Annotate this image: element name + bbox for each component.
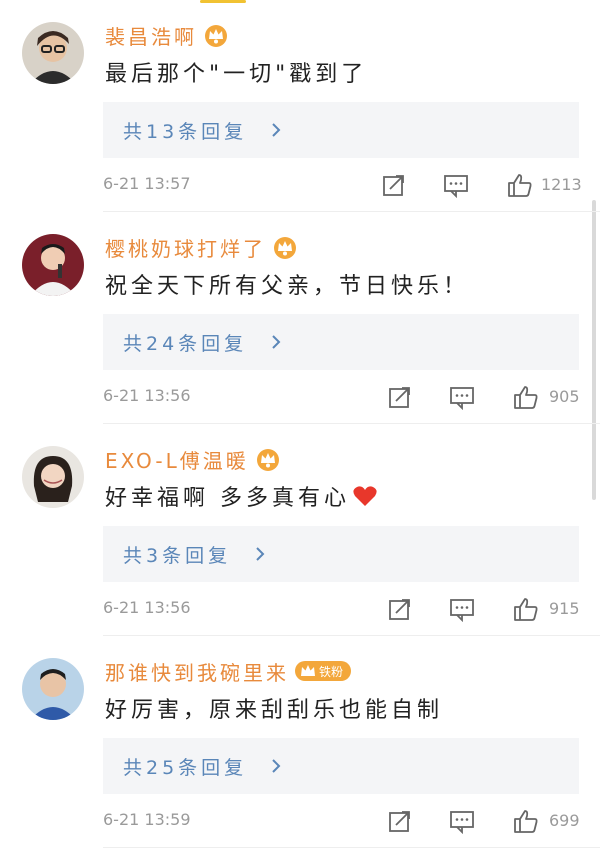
like-icon[interactable] bbox=[513, 384, 539, 410]
timestamp: 6-21 13:56 bbox=[103, 598, 191, 617]
like-count: 1213 bbox=[541, 175, 582, 194]
comment-icon[interactable] bbox=[449, 596, 475, 622]
timestamp: 6-21 13:57 bbox=[103, 174, 191, 193]
repost-icon[interactable] bbox=[387, 808, 413, 834]
username[interactable]: 樱桃奶球打烊了 bbox=[105, 233, 266, 262]
avatar-performer-icon bbox=[22, 234, 84, 296]
username[interactable]: EXO-L傅温暖 bbox=[105, 445, 249, 474]
reply-box[interactable]: 共13条回复 bbox=[103, 102, 579, 158]
repost-icon[interactable] bbox=[381, 172, 407, 198]
comment-item: 樱桃奶球打烊了 祝全天下所有父亲，节日快乐！ 共24条回复 6-21 13:56… bbox=[0, 212, 600, 424]
username[interactable]: 裴昌浩啊 bbox=[105, 21, 197, 50]
chevron-right-icon bbox=[272, 335, 281, 349]
comment-icon[interactable] bbox=[443, 172, 469, 198]
like-icon[interactable] bbox=[513, 808, 539, 834]
crown-icon bbox=[205, 25, 227, 47]
comment-text-content: 好幸福啊 多多真有心 bbox=[105, 486, 350, 511]
comment-item: 那谁快到我碗里来 铁粉 好厉害，原来刮刮乐也能自制 共25条回复 6-21 13… bbox=[0, 636, 600, 848]
timestamp: 6-21 13:56 bbox=[103, 386, 191, 405]
like-icon[interactable] bbox=[507, 172, 533, 198]
avatar[interactable] bbox=[22, 658, 84, 720]
avatar-man-glasses-icon bbox=[22, 22, 84, 84]
like-count: 915 bbox=[549, 599, 580, 618]
fan-badge-label: 铁粉 bbox=[319, 664, 344, 679]
reply-count-link[interactable]: 共13条回复 bbox=[123, 117, 247, 144]
divider bbox=[103, 847, 600, 848]
like-count: 699 bbox=[549, 811, 580, 830]
like-icon[interactable] bbox=[513, 596, 539, 622]
comment-item: EXO-L傅温暖 好幸福啊 多多真有心 共3条回复 6-21 13:56 915 bbox=[0, 424, 600, 636]
crown-icon bbox=[256, 449, 279, 471]
comment-meta: 6-21 13:56 905 bbox=[103, 374, 583, 420]
avatar[interactable] bbox=[22, 446, 84, 508]
reply-count-link[interactable]: 共24条回复 bbox=[123, 329, 247, 356]
comment-text: 好厉害，原来刮刮乐也能自制 bbox=[105, 698, 444, 723]
chevron-right-icon bbox=[256, 547, 265, 561]
comment-item: 裴昌浩啊 最后那个"一切"戳到了 共13条回复 6-21 13:57 1213 bbox=[0, 0, 600, 212]
avatar-man-blue-icon bbox=[22, 658, 84, 720]
chevron-right-icon bbox=[272, 123, 281, 137]
repost-icon[interactable] bbox=[387, 596, 413, 622]
comment-icon[interactable] bbox=[449, 384, 475, 410]
comment-text: 最后那个"一切"戳到了 bbox=[105, 62, 368, 87]
comment-text: 祝全天下所有父亲，节日快乐！ bbox=[105, 274, 470, 299]
comment-text: 好幸福啊 多多真有心 bbox=[105, 480, 378, 512]
avatar[interactable] bbox=[22, 22, 84, 84]
crown-icon bbox=[274, 237, 296, 259]
chevron-right-icon bbox=[272, 759, 281, 773]
timestamp: 6-21 13:59 bbox=[103, 810, 191, 829]
comment-icon[interactable] bbox=[449, 808, 475, 834]
reply-box[interactable]: 共25条回复 bbox=[103, 738, 579, 794]
repost-icon[interactable] bbox=[387, 384, 413, 410]
like-count: 905 bbox=[549, 387, 580, 406]
comment-meta: 6-21 13:59 699 bbox=[103, 798, 583, 844]
reply-count-link[interactable]: 共25条回复 bbox=[123, 753, 247, 780]
reply-box[interactable]: 共3条回复 bbox=[103, 526, 579, 582]
heart-icon bbox=[353, 486, 377, 506]
fan-badge: 铁粉 bbox=[295, 661, 352, 681]
reply-count-link[interactable]: 共3条回复 bbox=[123, 541, 231, 568]
username[interactable]: 那谁快到我碗里来 bbox=[105, 657, 289, 686]
comment-meta: 6-21 13:57 1213 bbox=[103, 162, 583, 208]
crown-icon bbox=[301, 665, 315, 676]
avatar-woman-icon bbox=[22, 446, 84, 508]
avatar[interactable] bbox=[22, 234, 84, 296]
reply-box[interactable]: 共24条回复 bbox=[103, 314, 579, 370]
comment-meta: 6-21 13:56 915 bbox=[103, 586, 583, 632]
